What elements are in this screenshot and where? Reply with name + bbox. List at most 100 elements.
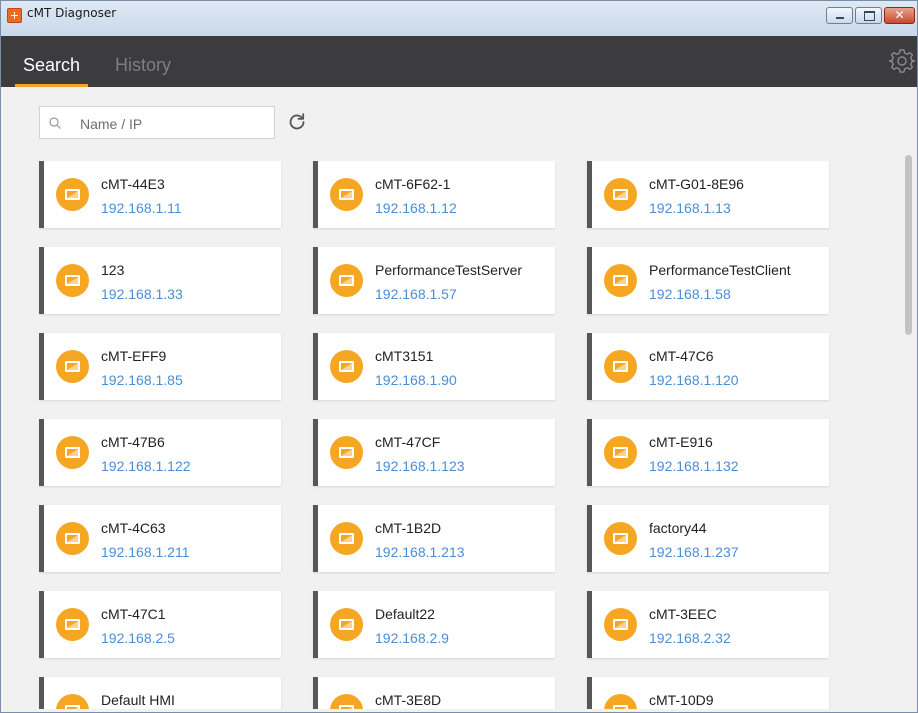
device-name: cMT-47C1 xyxy=(101,606,166,622)
card-status-bar xyxy=(313,505,318,572)
tab-history[interactable]: History xyxy=(115,36,171,87)
device-name: cMT-6F62-1 xyxy=(375,176,451,192)
device-name: cMT-47C6 xyxy=(649,348,714,364)
scrollbar-thumb[interactable] xyxy=(905,155,912,335)
close-button[interactable]: ✕ xyxy=(884,7,915,24)
device-name: factory44 xyxy=(649,520,707,536)
device-ip: 192.168.1.213 xyxy=(375,544,465,560)
device-card[interactable]: cMT-44E3 192.168.1.11 xyxy=(39,161,281,228)
device-ip: 192.168.1.237 xyxy=(649,544,739,560)
device-card[interactable]: cMT-3E8D xyxy=(313,677,555,709)
hmi-device-icon xyxy=(330,178,363,211)
hmi-device-icon xyxy=(604,350,637,383)
hmi-device-icon xyxy=(604,436,637,469)
device-ip: 192.168.1.57 xyxy=(375,286,457,302)
hmi-device-icon xyxy=(604,608,637,641)
title-bar[interactable]: cMT Diagnoser ✕ xyxy=(1,1,917,36)
minimize-button[interactable] xyxy=(826,7,853,24)
card-status-bar xyxy=(39,505,44,572)
device-name: cMT-1B2D xyxy=(375,520,442,536)
card-status-bar xyxy=(587,333,592,400)
device-card[interactable]: 123 192.168.1.33 xyxy=(39,247,281,314)
device-card[interactable]: cMT-EFF9 192.168.1.85 xyxy=(39,333,281,400)
hmi-device-icon xyxy=(56,350,89,383)
device-card[interactable]: cMT-47C6 192.168.1.120 xyxy=(587,333,829,400)
device-card[interactable]: cMT3151 192.168.1.90 xyxy=(313,333,555,400)
app-window: cMT Diagnoser ✕ Search History Name / IP… xyxy=(0,0,918,713)
device-card[interactable]: cMT-10D9 xyxy=(587,677,829,709)
card-status-bar xyxy=(313,677,318,709)
device-card[interactable]: cMT-47C1 192.168.2.5 xyxy=(39,591,281,658)
device-ip: 192.168.1.85 xyxy=(101,372,183,388)
hmi-device-icon xyxy=(604,522,637,555)
device-card[interactable]: cMT-E916 192.168.1.132 xyxy=(587,419,829,486)
hmi-device-icon xyxy=(56,608,89,641)
device-name: Default22 xyxy=(375,606,435,622)
device-card[interactable]: cMT-4C63 192.168.1.211 xyxy=(39,505,281,572)
search-icon xyxy=(49,117,61,129)
card-status-bar xyxy=(587,505,592,572)
card-status-bar xyxy=(587,591,592,658)
device-card[interactable]: Default22 192.168.2.9 xyxy=(313,591,555,658)
device-card[interactable]: cMT-1B2D 192.168.1.213 xyxy=(313,505,555,572)
device-ip: 192.168.1.12 xyxy=(375,200,457,216)
card-status-bar xyxy=(587,161,592,228)
device-ip: 192.168.1.11 xyxy=(101,200,182,216)
hmi-device-icon xyxy=(330,264,363,297)
card-status-bar xyxy=(587,247,592,314)
hmi-device-icon xyxy=(56,264,89,297)
device-name: PerformanceTestClient xyxy=(649,262,791,278)
device-card[interactable]: cMT-47B6 192.168.1.122 xyxy=(39,419,281,486)
app-header: Search History xyxy=(1,36,917,87)
card-status-bar xyxy=(587,419,592,486)
device-card[interactable]: PerformanceTestServer 192.168.1.57 xyxy=(313,247,555,314)
card-status-bar xyxy=(313,419,318,486)
gear-icon[interactable] xyxy=(889,48,915,74)
device-ip: 192.168.1.13 xyxy=(649,200,731,216)
device-name: cMT-4C63 xyxy=(101,520,166,536)
device-card[interactable]: cMT-3EEC 192.168.2.32 xyxy=(587,591,829,658)
hmi-device-icon xyxy=(330,522,363,555)
device-name: cMT-E916 xyxy=(649,434,713,450)
window-title: cMT Diagnoser xyxy=(27,6,117,20)
device-ip: 192.168.2.5 xyxy=(101,630,175,646)
maximize-button[interactable] xyxy=(855,7,882,24)
card-status-bar xyxy=(39,247,44,314)
device-ip: 192.168.2.9 xyxy=(375,630,449,646)
device-card[interactable]: PerformanceTestClient 192.168.1.58 xyxy=(587,247,829,314)
app-logo-icon xyxy=(7,8,22,23)
refresh-icon[interactable] xyxy=(288,113,306,131)
device-name: cMT3151 xyxy=(375,348,434,364)
card-status-bar xyxy=(39,419,44,486)
hmi-device-icon xyxy=(56,178,89,211)
search-box[interactable] xyxy=(39,106,275,139)
device-name: cMT-G01-8E96 xyxy=(649,176,744,192)
device-name: PerformanceTestServer xyxy=(375,262,523,278)
hmi-device-icon xyxy=(604,264,637,297)
device-ip: 192.168.1.122 xyxy=(101,458,191,474)
device-ip: 192.168.1.132 xyxy=(649,458,739,474)
device-name: cMT-3E8D xyxy=(375,692,442,708)
device-ip: 192.168.2.32 xyxy=(649,630,731,646)
device-card[interactable]: cMT-6F62-1 192.168.1.12 xyxy=(313,161,555,228)
card-status-bar xyxy=(313,591,318,658)
device-name: cMT-47B6 xyxy=(101,434,165,450)
device-ip: 192.168.1.211 xyxy=(101,544,190,560)
device-name: cMT-44E3 xyxy=(101,176,165,192)
device-ip: 192.168.1.58 xyxy=(649,286,731,302)
search-input[interactable] xyxy=(78,113,272,135)
hmi-device-icon xyxy=(56,694,89,709)
device-card[interactable]: Default HMI xyxy=(39,677,281,709)
device-card[interactable]: cMT-G01-8E96 192.168.1.13 xyxy=(587,161,829,228)
device-name: cMT-EFF9 xyxy=(101,348,167,364)
hmi-device-icon xyxy=(330,694,363,709)
device-name: cMT-10D9 xyxy=(649,692,714,708)
tab-search[interactable]: Search xyxy=(15,36,88,87)
device-card[interactable]: factory44 192.168.1.237 xyxy=(587,505,829,572)
hmi-device-icon xyxy=(56,436,89,469)
hmi-device-icon xyxy=(56,522,89,555)
tab-search-label: Search xyxy=(22,55,81,75)
hmi-device-icon xyxy=(604,178,637,211)
device-card[interactable]: cMT-47CF 192.168.1.123 xyxy=(313,419,555,486)
card-status-bar xyxy=(39,677,44,709)
